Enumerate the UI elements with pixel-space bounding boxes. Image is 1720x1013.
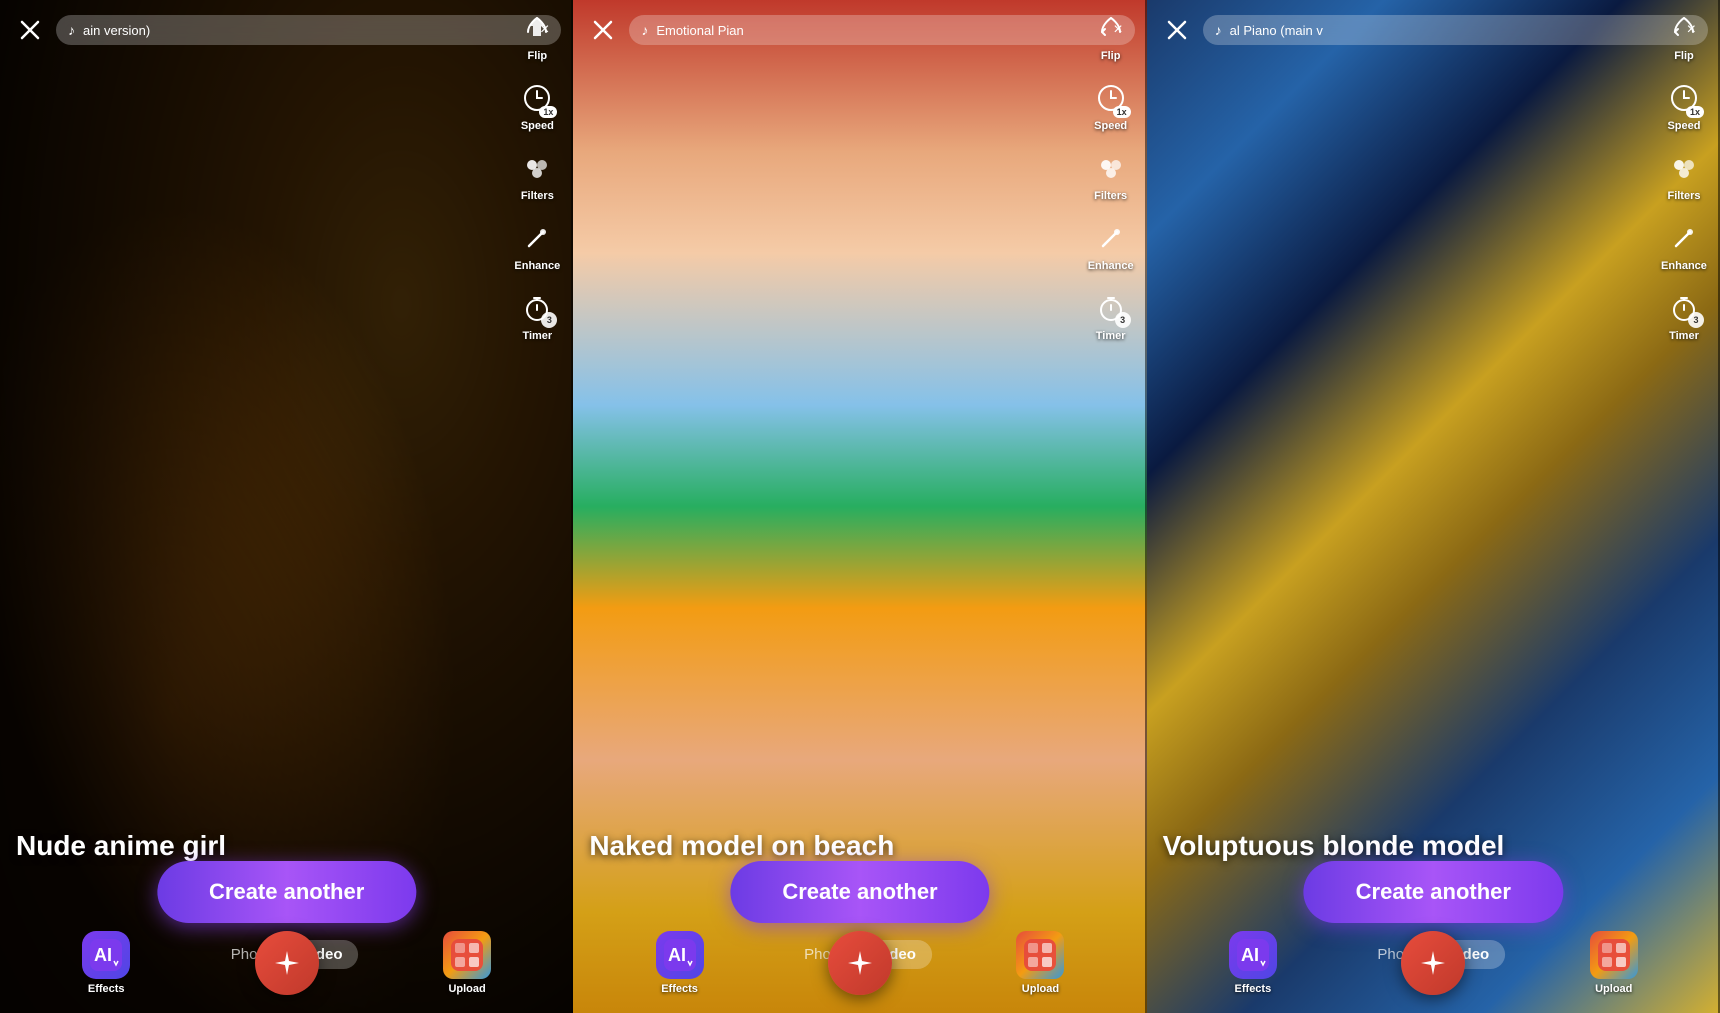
- filters-icon-3: [1666, 150, 1702, 186]
- create-center-btn-1[interactable]: [255, 931, 319, 995]
- music-title-3: al Piano (main v: [1230, 23, 1679, 38]
- enhance-icon-3: [1666, 220, 1702, 256]
- create-center-btn-2[interactable]: [828, 931, 892, 995]
- bottom-nav-3: AI Effects: [1147, 913, 1720, 1013]
- enhance-tool-1[interactable]: Enhance: [514, 220, 560, 272]
- flip-tool-3[interactable]: Flip: [1666, 10, 1702, 62]
- close-button-2[interactable]: [585, 12, 621, 48]
- filters-icon-1: [519, 150, 555, 186]
- timer-tool-1[interactable]: 3 Timer: [519, 290, 555, 342]
- speed-label-2: Speed: [1094, 120, 1127, 132]
- speed-icon-2: 1x: [1093, 80, 1129, 116]
- music-title-2: Emotional Pian: [656, 23, 1105, 38]
- enhance-tool-3[interactable]: Enhance: [1661, 220, 1707, 272]
- music-icon-3: ♪: [1215, 22, 1222, 38]
- bottom-nav-1: AI Effects: [0, 913, 573, 1013]
- panel-2: ♪ Emotional Pian × Flip: [573, 0, 1146, 1013]
- top-bar-1: ♪ ain version) ×: [0, 0, 573, 56]
- music-icon-2: ♪: [641, 22, 648, 38]
- svg-text:AI: AI: [1241, 945, 1259, 965]
- filters-tool-1[interactable]: Filters: [519, 150, 555, 202]
- upload-icon-box-2: [1016, 931, 1064, 979]
- right-toolbar-1: Flip 1x Speed: [501, 0, 573, 1013]
- right-toolbar-3: Flip 1x Speed: [1648, 0, 1720, 1013]
- enhance-label-2: Enhance: [1088, 260, 1134, 272]
- speed-badge-1: 1x: [539, 106, 557, 118]
- speed-tool-3[interactable]: 1x Speed: [1666, 80, 1702, 132]
- speed-badge-3: 1x: [1686, 106, 1704, 118]
- effects-label-3: Effects: [1235, 983, 1272, 995]
- flip-label-2: Flip: [1101, 50, 1121, 62]
- flip-icon-3: [1666, 10, 1702, 46]
- timer-icon-3: 3: [1666, 290, 1702, 326]
- speed-badge-2: 1x: [1113, 106, 1131, 118]
- effects-label-2: Effects: [661, 983, 698, 995]
- speed-label-3: Speed: [1667, 120, 1700, 132]
- upload-label-2: Upload: [1022, 983, 1059, 995]
- speed-icon-3: 1x: [1666, 80, 1702, 116]
- flip-label-1: Flip: [528, 50, 548, 62]
- upload-label-1: Upload: [448, 983, 485, 995]
- effects-icon-box-3: AI: [1229, 931, 1277, 979]
- close-button-3[interactable]: [1159, 12, 1195, 48]
- timer-label-2: Timer: [1096, 330, 1126, 342]
- flip-tool-1[interactable]: Flip: [519, 10, 555, 62]
- svg-text:AI: AI: [94, 945, 112, 965]
- music-pill-3[interactable]: ♪ al Piano (main v ×: [1203, 15, 1708, 45]
- right-toolbar-2: Flip 1x Speed: [1075, 0, 1147, 1013]
- top-bar-3: ♪ al Piano (main v ×: [1147, 0, 1720, 56]
- enhance-tool-2[interactable]: Enhance: [1088, 220, 1134, 272]
- timer-tool-3[interactable]: 3 Timer: [1666, 290, 1702, 342]
- flip-tool-2[interactable]: Flip: [1093, 10, 1129, 62]
- enhance-icon-1: [519, 220, 555, 256]
- flip-icon-1: [519, 10, 555, 46]
- music-pill-2[interactable]: ♪ Emotional Pian ×: [629, 15, 1134, 45]
- music-pill-1[interactable]: ♪ ain version) ×: [56, 15, 561, 45]
- effects-icon-box-1: AI: [82, 931, 130, 979]
- filters-label-2: Filters: [1094, 190, 1127, 202]
- speed-icon-1: 1x: [519, 80, 555, 116]
- flip-icon-2: [1093, 10, 1129, 46]
- timer-label-1: Timer: [522, 330, 552, 342]
- timer-badge-1: 3: [541, 312, 557, 328]
- svg-text:AI: AI: [668, 945, 686, 965]
- effects-nav-2[interactable]: AI Effects: [656, 931, 704, 995]
- enhance-label-3: Enhance: [1661, 260, 1707, 272]
- flip-label-3: Flip: [1674, 50, 1694, 62]
- upload-nav-2[interactable]: Upload: [1016, 931, 1064, 995]
- timer-label-3: Timer: [1669, 330, 1699, 342]
- close-button-1[interactable]: [12, 12, 48, 48]
- upload-nav-3[interactable]: Upload: [1590, 931, 1638, 995]
- music-icon-1: ♪: [68, 22, 75, 38]
- filters-tool-2[interactable]: Filters: [1093, 150, 1129, 202]
- enhance-label-1: Enhance: [514, 260, 560, 272]
- effects-nav-1[interactable]: AI Effects: [82, 931, 130, 995]
- effects-nav-3[interactable]: AI Effects: [1229, 931, 1277, 995]
- filters-label-1: Filters: [521, 190, 554, 202]
- upload-icon-box-3: [1590, 931, 1638, 979]
- panel-3: ♪ al Piano (main v × Flip: [1147, 0, 1720, 1013]
- upload-label-3: Upload: [1595, 983, 1632, 995]
- bottom-nav-2: AI Effects: [573, 913, 1146, 1013]
- speed-tool-1[interactable]: 1x Speed: [519, 80, 555, 132]
- speed-tool-2[interactable]: 1x Speed: [1093, 80, 1129, 132]
- timer-icon-1: 3: [519, 290, 555, 326]
- timer-icon-2: 3: [1093, 290, 1129, 326]
- timer-badge-2: 3: [1115, 312, 1131, 328]
- filters-tool-3[interactable]: Filters: [1666, 150, 1702, 202]
- upload-nav-1[interactable]: Upload: [443, 931, 491, 995]
- music-title-1: ain version): [83, 23, 532, 38]
- timer-tool-2[interactable]: 3 Timer: [1093, 290, 1129, 342]
- create-center-btn-3[interactable]: [1401, 931, 1465, 995]
- filters-icon-2: [1093, 150, 1129, 186]
- speed-label-1: Speed: [521, 120, 554, 132]
- timer-badge-3: 3: [1688, 312, 1704, 328]
- panel-1: ♪ ain version) × Flip: [0, 0, 573, 1013]
- enhance-icon-2: [1093, 220, 1129, 256]
- top-bar-2: ♪ Emotional Pian ×: [573, 0, 1146, 56]
- effects-label-1: Effects: [88, 983, 125, 995]
- upload-icon-box-1: [443, 931, 491, 979]
- filters-label-3: Filters: [1667, 190, 1700, 202]
- effects-icon-box-2: AI: [656, 931, 704, 979]
